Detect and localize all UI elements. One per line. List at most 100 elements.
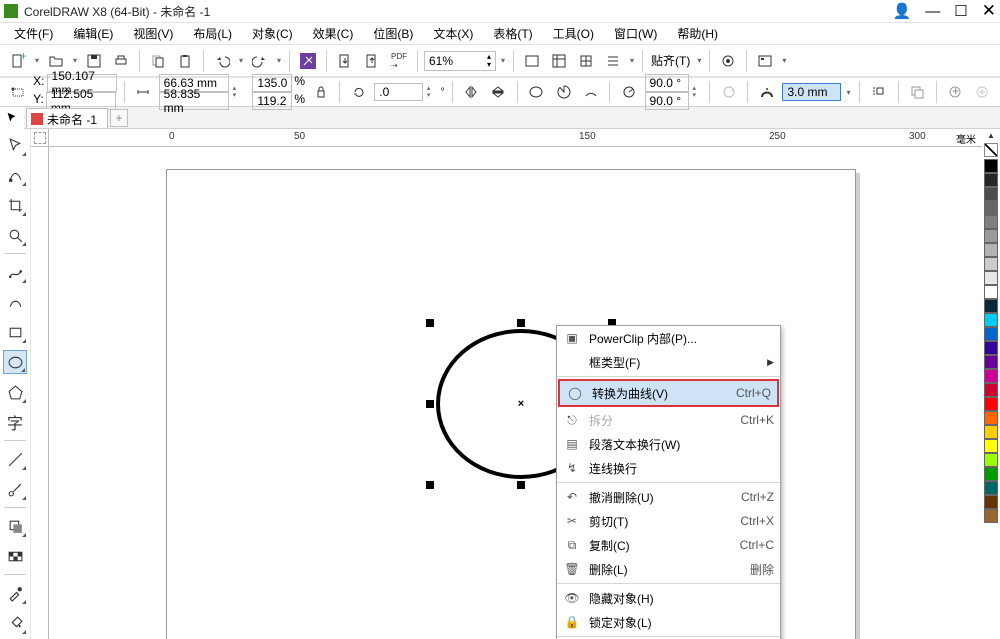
color-swatch[interactable] — [984, 215, 998, 229]
pick-tool-icon[interactable] — [0, 107, 24, 129]
canvas[interactable]: 0 50 150 250 300 毫米 × ▣ PowerClip 内部 — [31, 129, 982, 639]
color-swatch[interactable] — [984, 467, 998, 481]
menu-help[interactable]: 帮助(H) — [669, 23, 726, 44]
eyedropper-tool[interactable] — [3, 581, 27, 605]
close-button[interactable]: ✕ — [982, 1, 996, 21]
wrap-text-button[interactable] — [867, 80, 890, 104]
zoom-level-input[interactable]: 61%▴▾ — [424, 51, 496, 71]
menu-delete[interactable]: 🗑 删除(L) 删除 — [557, 557, 780, 581]
show-guides-button[interactable] — [601, 49, 625, 73]
minimize-button[interactable]: — — [925, 3, 940, 20]
resize-handle[interactable] — [517, 319, 525, 327]
color-swatch[interactable] — [984, 327, 998, 341]
shape-tool[interactable] — [3, 163, 27, 187]
color-swatch[interactable] — [984, 299, 998, 313]
menu-window[interactable]: 窗口(W) — [606, 23, 665, 44]
zoom-tool[interactable] — [3, 223, 27, 247]
show-rulers-button[interactable] — [547, 49, 571, 73]
color-swatch[interactable] — [984, 495, 998, 509]
publish-pdf-button[interactable]: PDF⇢ — [387, 49, 411, 73]
angle-spinner[interactable]: ▴▾ — [693, 85, 703, 99]
document-tab[interactable]: 未命名 -1 — [26, 108, 108, 128]
color-swatch[interactable] — [984, 173, 998, 187]
color-swatch[interactable] — [984, 271, 998, 285]
resize-handle[interactable] — [426, 400, 434, 408]
transparency-tool[interactable] — [3, 544, 27, 568]
menu-bitmap[interactable]: 位图(B) — [365, 23, 421, 44]
color-swatch[interactable] — [984, 481, 998, 495]
menu-wrap-paragraph[interactable]: ▤ 段落文本换行(W) — [557, 432, 780, 456]
color-swatch[interactable] — [984, 411, 998, 425]
paste-button[interactable] — [173, 49, 197, 73]
user-icon[interactable]: 👤 — [893, 2, 912, 20]
redo-button[interactable] — [248, 49, 272, 73]
menu-wrap-connector[interactable]: ↯ 连线换行 — [557, 456, 780, 480]
color-swatch[interactable] — [984, 369, 998, 383]
launcher-button[interactable] — [753, 49, 777, 73]
mirror-h-button[interactable] — [460, 80, 483, 104]
color-swatch[interactable] — [984, 201, 998, 215]
pick-tool[interactable] — [3, 133, 27, 157]
ellipse-button[interactable] — [525, 80, 548, 104]
copy-button[interactable] — [146, 49, 170, 73]
palette-scroll-up[interactable]: ▲ — [987, 131, 995, 143]
menu-effect[interactable]: 效果(C) — [305, 23, 362, 44]
convert-curves-button[interactable]: + — [944, 80, 967, 104]
freehand-tool[interactable] — [3, 260, 27, 284]
color-swatch[interactable] — [984, 425, 998, 439]
quick-customize-button[interactable] — [971, 80, 994, 104]
color-swatch[interactable] — [984, 243, 998, 257]
to-front-button[interactable] — [906, 80, 929, 104]
color-swatch[interactable] — [984, 509, 998, 523]
menu-tools[interactable]: 工具(O) — [545, 23, 602, 44]
start-angle-input[interactable]: 90.0 ° — [645, 74, 689, 92]
color-swatch[interactable] — [984, 439, 998, 453]
menu-powerclip[interactable]: ▣ PowerClip 内部(P)... — [557, 326, 780, 350]
mirror-v-button[interactable] — [487, 80, 510, 104]
menu-table[interactable]: 表格(T) — [485, 23, 540, 44]
dimension-tool[interactable] — [3, 447, 27, 471]
scale-y-input[interactable]: 119.2 — [252, 92, 292, 110]
color-swatch[interactable] — [984, 159, 998, 173]
color-swatch[interactable] — [984, 229, 998, 243]
fullscreen-button[interactable] — [520, 49, 544, 73]
vertical-ruler[interactable] — [31, 147, 49, 639]
outline-width-input[interactable]: 3.0 mm — [782, 83, 840, 101]
scale-x-input[interactable]: 135.0 — [252, 74, 292, 92]
rectangle-tool[interactable] — [3, 320, 27, 344]
undo-button[interactable] — [210, 49, 234, 73]
no-color-swatch[interactable] — [984, 143, 998, 157]
polygon-tool[interactable] — [3, 380, 27, 404]
menu-frame-type[interactable]: 框类型(F) ▶ — [557, 350, 780, 374]
color-swatch[interactable] — [984, 285, 998, 299]
lock-ratio-button[interactable] — [309, 80, 332, 104]
rotation-input[interactable]: .0 — [374, 83, 423, 101]
artistic-media-tool[interactable] — [3, 290, 27, 314]
ellipse-tool[interactable] — [3, 350, 27, 374]
color-swatch[interactable] — [984, 397, 998, 411]
export-button[interactable] — [360, 49, 384, 73]
crop-tool[interactable] — [3, 193, 27, 217]
import-button[interactable] — [333, 49, 357, 73]
options-button[interactable] — [716, 49, 740, 73]
menu-hide-object[interactable]: 👁 隐藏对象(H) — [557, 586, 780, 610]
print-button[interactable] — [109, 49, 133, 73]
menu-text[interactable]: 文本(X) — [425, 23, 481, 44]
connector-tool[interactable] — [3, 477, 27, 501]
menu-undo-delete[interactable]: ↶ 撤消删除(U) Ctrl+Z — [557, 485, 780, 509]
fill-tool[interactable] — [3, 611, 27, 635]
end-angle-input[interactable]: 90.0 ° — [645, 92, 689, 110]
pie-button[interactable] — [552, 80, 575, 104]
search-content-button[interactable] — [296, 49, 320, 73]
menu-edit[interactable]: 编辑(E) — [65, 23, 121, 44]
menu-copy[interactable]: ⧉ 复制(C) Ctrl+C — [557, 533, 780, 557]
ruler-origin[interactable] — [31, 129, 49, 147]
show-grid-button[interactable] — [574, 49, 598, 73]
menu-lock-object[interactable]: 🔒 锁定对象(L) — [557, 610, 780, 634]
horizontal-ruler[interactable]: 0 50 150 250 300 毫米 — [49, 129, 982, 147]
center-marker[interactable]: × — [517, 400, 525, 408]
resize-handle[interactable] — [426, 481, 434, 489]
resize-handle[interactable] — [426, 319, 434, 327]
color-swatch[interactable] — [984, 187, 998, 201]
color-swatch[interactable] — [984, 341, 998, 355]
